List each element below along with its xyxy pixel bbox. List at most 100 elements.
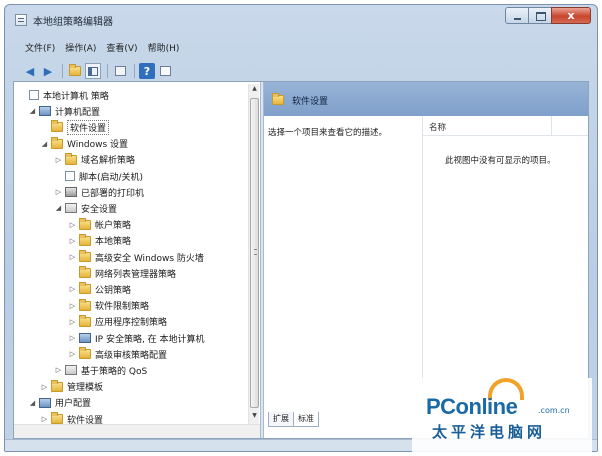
toolbar: ◀ ▶ ? [5, 60, 597, 82]
close-button[interactable]: x [551, 7, 591, 24]
tree-item[interactable]: ▷ 本地策略 [68, 233, 132, 248]
menu-bar: 文件(F) 操作(A) 查看(V) 帮助(H) [5, 41, 597, 59]
menu-view[interactable]: 查看(V) [106, 41, 137, 59]
back-arrow-icon: ◀ [25, 64, 35, 78]
tree-horizontal-scrollbar[interactable] [14, 424, 260, 438]
tree-item-label: 软件限制策略 [95, 302, 150, 313]
back-button[interactable]: ◀ [22, 63, 38, 79]
collapsed-arrow-icon[interactable]: ▷ [54, 188, 63, 196]
folder-icon [79, 233, 91, 246]
tree-item[interactable]: ▷ 域名解析策略 [54, 152, 136, 167]
forward-arrow-icon: ▶ [43, 64, 53, 78]
tree-item-label: 软件设置 [67, 415, 104, 425]
menu-file[interactable]: 文件(F) [25, 41, 55, 59]
up-folder-button[interactable] [67, 63, 83, 79]
tree-item[interactable]: 本地计算机 策略 [18, 88, 109, 102]
watermark-logo-text: PConline [426, 394, 518, 419]
title-bar[interactable]: 本地组策略编辑器 x [5, 5, 597, 35]
tree-item[interactable]: ▷ 基于策略的 QoS [54, 363, 147, 377]
tree-item[interactable]: ▷ 高级安全 Windows 防火墙 [68, 250, 204, 264]
tree-item[interactable]: ▷ IP 安全策略, 在 本地计算机 [68, 331, 205, 345]
chart-icon [65, 365, 77, 376]
tree-item-label: 域名解析策略 [81, 156, 136, 167]
folder-icon [79, 217, 91, 230]
window-controls: x [505, 7, 591, 24]
expanded-arrow-icon[interactable]: ◢ [28, 107, 37, 115]
collapsed-arrow-icon[interactable]: ▷ [68, 350, 77, 358]
tree-item-label: 脚本(启动/关机) [79, 172, 144, 183]
collapsed-arrow-icon[interactable]: ▷ [68, 302, 77, 310]
folder-icon [272, 93, 284, 105]
tree-item-label: 管理模板 [67, 383, 104, 394]
tab-standard[interactable]: 标准 [293, 412, 319, 427]
expanded-arrow-icon[interactable]: ◢ [28, 399, 37, 407]
tree-item[interactable]: ◢ 安全设置 [54, 201, 117, 215]
folder-icon [51, 379, 63, 392]
description-text: 选择一个项目来查看它的描述。 [268, 128, 388, 138]
tree-item[interactable]: ◢ 计算机配置 [28, 104, 100, 118]
help-button[interactable]: ? [139, 63, 155, 79]
collapsed-arrow-icon[interactable]: ▷ [68, 221, 77, 229]
folder-icon [79, 250, 91, 262]
tree-item[interactable]: 软件设置 [40, 119, 110, 135]
tree-item-label: 软件设置 [67, 119, 110, 135]
printer-icon [65, 187, 77, 198]
show-hide-tree-button[interactable] [85, 63, 101, 79]
expanded-arrow-icon[interactable]: ◢ [54, 204, 63, 212]
forward-button[interactable]: ▶ [40, 63, 56, 79]
toolbar-divider [107, 64, 108, 78]
tree-item[interactable]: 脚本(启动/关机) [54, 169, 143, 183]
tree-item[interactable]: ▷ 软件设置 [40, 412, 103, 424]
tree-item-label: 本地策略 [95, 237, 132, 248]
collapsed-arrow-icon[interactable]: ▷ [68, 253, 77, 261]
scroll-up-icon[interactable]: ▲ [250, 85, 259, 95]
scrollbar-thumb[interactable] [250, 98, 259, 408]
items-list[interactable]: 名称 此视图中没有可显示的项目。 [422, 116, 588, 410]
properties-button[interactable] [157, 63, 173, 79]
collapsed-arrow-icon[interactable]: ▷ [68, 318, 77, 326]
tree-item[interactable]: ▷ 软件限制策略 [68, 298, 150, 313]
tree-pane: 本地计算机 策略 ◢ 计算机配置 软件设置 ◢ Windows 设置 ▷ 域名解析策略 脚本(启… [14, 82, 260, 424]
tree-item-label: 计算机配置 [55, 107, 101, 118]
collapsed-arrow-icon[interactable]: ▷ [68, 285, 77, 293]
collapsed-arrow-icon[interactable]: ▷ [54, 156, 63, 164]
tree-item-label: 网络列表管理器策略 [95, 269, 177, 280]
column-name-header[interactable]: 名称 [429, 121, 446, 133]
tab-extended[interactable]: 扩展 [268, 412, 294, 427]
scroll-down-icon[interactable]: ▼ [250, 412, 259, 422]
column-divider[interactable] [551, 116, 552, 136]
maximize-button[interactable] [528, 7, 552, 24]
minimize-button[interactable] [505, 7, 529, 24]
menu-action[interactable]: 操作(A) [65, 41, 96, 59]
tree-item[interactable]: ◢ 用户配置 [28, 396, 91, 410]
tree-item[interactable]: ▷ 帐户策略 [68, 217, 131, 232]
collapsed-arrow-icon[interactable]: ▷ [68, 334, 77, 342]
tree-item-label: 基于策略的 QoS [81, 366, 148, 377]
expanded-arrow-icon[interactable]: ◢ [40, 140, 49, 148]
empty-list-message: 此视图中没有可显示的项目。 [445, 156, 556, 166]
menu-help[interactable]: 帮助(H) [148, 41, 180, 59]
collapsed-arrow-icon[interactable]: ▷ [54, 366, 63, 374]
folder-icon [79, 347, 91, 360]
collapsed-arrow-icon[interactable]: ▷ [40, 415, 49, 423]
tree-item[interactable]: ▷ 管理模板 [40, 379, 104, 394]
tree-item-label: IP 安全策略, 在 本地计算机 [95, 334, 205, 345]
tree-item[interactable]: ▷ 公钥策略 [68, 282, 131, 296]
app-icon [15, 14, 27, 26]
folder-icon [79, 266, 91, 279]
up-folder-icon [69, 64, 81, 76]
tree-item-label: 公钥策略 [95, 285, 132, 296]
tree-item[interactable]: ◢ Windows 设置 [40, 136, 128, 151]
tree-item[interactable]: 网络列表管理器策略 [68, 266, 176, 280]
export-list-button[interactable] [112, 63, 128, 79]
tree-item[interactable]: ▷ 应用程序控制策略 [68, 314, 167, 329]
tree-item[interactable]: ▷ 已部署的打印机 [54, 185, 144, 199]
tree-item[interactable]: ▷ 高级审核策略配置 [68, 347, 167, 361]
tree-vertical-scrollbar[interactable]: ▲ ▼ [248, 84, 259, 424]
collapsed-arrow-icon[interactable]: ▷ [68, 237, 77, 245]
details-title: 软件设置 [292, 97, 329, 107]
folder-icon [51, 120, 63, 133]
sheet-icon [29, 90, 39, 100]
collapsed-arrow-icon[interactable]: ▷ [40, 383, 49, 391]
tree-item-label: 本地计算机 策略 [43, 91, 109, 102]
